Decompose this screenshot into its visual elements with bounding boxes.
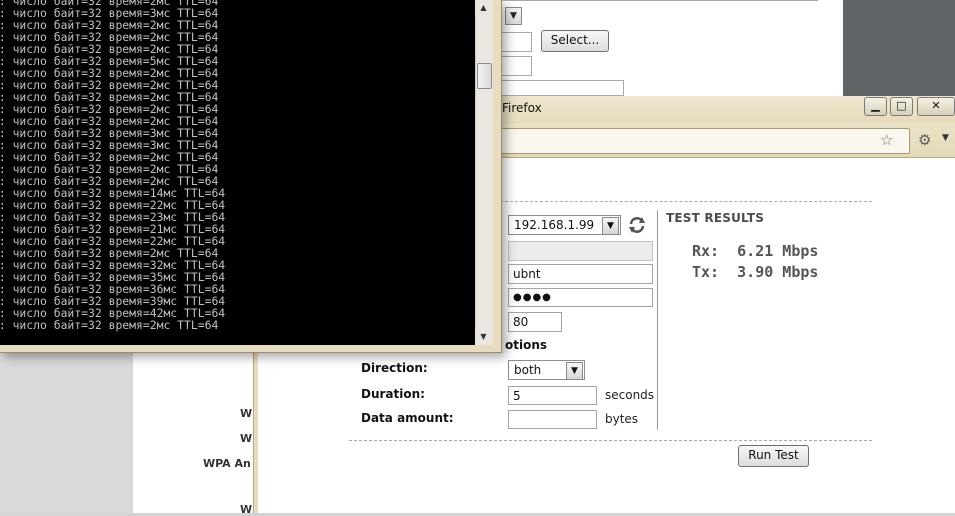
rx-result: Rx: 6.21 Mbps [692,242,819,260]
scroll-down-icon[interactable]: ▼ [475,329,492,345]
scroll-thumb[interactable] [477,63,492,89]
cmd-console[interactable]: 0: число байт=32 время=2мс TTL=64 0: чис… [0,0,475,345]
url-bar[interactable] [500,128,910,154]
test-results-title: TEST RESULTS [666,211,765,225]
run-test-button[interactable]: Run Test [738,445,809,467]
maximize-button[interactable]: □ [890,97,913,116]
data-amount-unit: bytes [605,412,639,426]
menu-chevron-down-icon[interactable]: ▼ [942,133,949,143]
background-input-2[interactable] [500,56,532,76]
data-amount-field[interactable] [508,410,597,429]
duration-label: Duration: [361,387,425,401]
wpa-label: WPA An [203,457,251,470]
ping-line: 0: число байт=32 время=2мс TTL=64 [0,318,219,332]
close-button[interactable]: ✕ [917,97,955,116]
ping-output: 0: число байт=32 время=2мс TTL=64 0: чис… [0,0,225,331]
device-select[interactable]: 192.168.1.99 ▼ [508,215,621,235]
minimize-button[interactable]: ▁ [864,97,887,116]
select-button[interactable]: Select... [541,30,609,52]
refresh-icon[interactable] [628,216,646,234]
disabled-field [508,241,653,261]
firefox-title: Firefox [502,101,542,115]
background-select-arrow-icon[interactable]: ▼ [505,7,522,25]
top-divider [500,201,872,202]
port-field[interactable]: 80 [508,312,562,332]
background-dark-area [843,0,955,100]
direction-select-value: both [514,363,542,377]
direction-select[interactable]: both ▼ [508,360,585,380]
scroll-up-icon[interactable]: ▲ [475,0,492,16]
addon-gear-icon[interactable]: ⚙ [918,131,931,149]
direction-label: Direction: [361,361,428,375]
chevron-down-icon: ▼ [566,362,583,380]
duration-unit: seconds [605,388,655,402]
device-select-value: 192.168.1.99 [514,218,595,232]
wireless-label-1: W [240,407,253,420]
wireless-label-2: W [240,432,253,445]
bottom-divider [349,440,872,441]
background-input-3[interactable] [500,80,624,96]
results-separator [657,210,658,430]
tx-result: Tx: 3.90 Mbps [692,263,819,281]
background-input-1[interactable] [500,32,532,52]
chevron-down-icon: ▼ [602,217,619,235]
data-amount-label: Data amount: [361,411,454,425]
wireless-label-4: W [240,503,253,516]
duration-field[interactable]: 5 [508,386,597,405]
cmd-scrollbar[interactable] [475,0,493,345]
bookmark-star-icon[interactable]: ☆ [880,131,893,149]
options-heading: otions [505,338,548,352]
password-field[interactable]: ●●●● [508,288,653,307]
username-field[interactable]: ubnt [508,264,653,284]
